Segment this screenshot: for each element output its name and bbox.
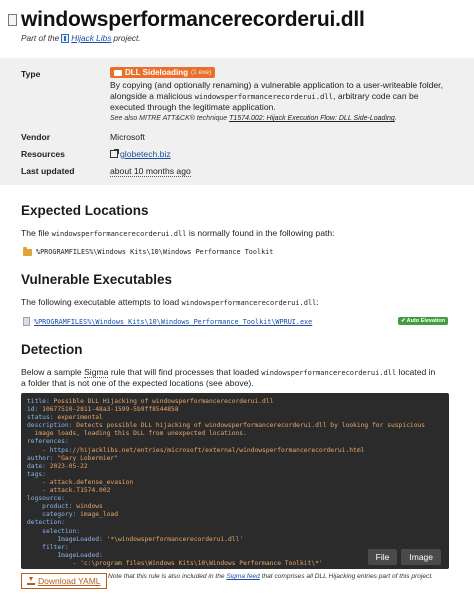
sigma-feed-note: Note that this rule is also included in … [108, 573, 453, 581]
code-line: ImageLoaded: '*\windowsperformancerecord… [57, 535, 244, 543]
type-description: By copying (and optionally renaming) a v… [110, 80, 455, 113]
info-panel: Type DLL Sideloading (1 exe) By copying … [0, 58, 474, 185]
code-line: references: [27, 438, 69, 446]
dll-sideloading-badge[interactable]: DLL Sideloading (1 exe) [110, 67, 216, 78]
vulnerable-text: The following executable attempts to loa… [21, 297, 319, 307]
code-line: status: experimental [27, 414, 103, 422]
code-line: tags: [27, 470, 46, 478]
see-also-prefix: See also MITRE ATT&CK® technique [110, 115, 228, 122]
download-icon [27, 577, 35, 585]
code-line: id: 10677510-2811-48a3-1599-5b9ff8544858 [27, 406, 179, 414]
expected-text: The file windowsperformancerecorderui.dl… [21, 228, 335, 238]
code-line: - https://hijacklibs.net/entries/microso… [27, 446, 365, 454]
type-value: DLL Sideloading (1 exe) By copying (and … [110, 67, 455, 122]
badge-count: (1 exe) [190, 69, 212, 76]
code-lines: title: Possible DLL Hijacking of windows… [27, 398, 443, 568]
detection-text: Below a sample Sigma rule that will find… [21, 367, 441, 388]
project-link[interactable]: Hijack Libs [71, 33, 111, 43]
part-of-prefix: Part of the [21, 33, 60, 43]
code-line: title: Possible DLL Hijacking of windows… [27, 398, 274, 405]
code-line: category: image_load [42, 511, 118, 519]
code-line: date: 2023-05-22 [27, 462, 88, 470]
code-buttons: File Image [367, 549, 441, 565]
detection-file: windowsperformancerecorderui.dll [261, 369, 397, 377]
code-line: author: "Gary Lobermier" [27, 454, 118, 462]
code-line: - attack.defense_evasion [27, 478, 134, 486]
detection-text-2: rule that will find processes that loade… [110, 367, 259, 377]
code-line: - attack.T1574.002 [27, 487, 111, 495]
sigma-term[interactable]: Sigma [84, 367, 109, 378]
file-button[interactable]: File [367, 549, 398, 565]
check-icon: ✔ [401, 318, 406, 324]
folder-icon [114, 69, 122, 76]
resources-link-text: globetech.biz [120, 149, 171, 159]
expected-path-text: %PROGRAMFILES%\Windows Kits\10\Windows P… [36, 248, 274, 256]
detection-text-1: Below a sample [21, 367, 82, 377]
sigma-feed-link[interactable]: Sigma feed [226, 573, 259, 580]
badge-label: DLL Sideloading [125, 68, 188, 77]
download-yaml-button[interactable]: Download YAML [21, 573, 107, 589]
folder-icon [23, 246, 32, 256]
note-text-2: that comprises all DLL Hijacking entries… [261, 573, 434, 580]
title-row: windowsperformancerecorderui.dll [7, 8, 474, 32]
project-subtitle: Part of the Hijack Libs project. [21, 33, 474, 43]
auto-elevation-label: Auto Elevation [406, 318, 446, 324]
vulnerable-text-1: The following executable attempts to loa… [21, 297, 180, 307]
detection-heading: Detection [21, 342, 83, 357]
code-line: image loads, loading this DLL from unexp… [27, 430, 247, 438]
exe-path-link[interactable]: %PROGRAMFILES%\Windows Kits\10\Windows P… [34, 318, 312, 326]
updated-value: about 10 months ago [110, 166, 191, 177]
part-of-suffix: project. [113, 33, 141, 43]
expected-locations-heading: Expected Locations [21, 203, 149, 218]
resources-link[interactable]: globetech.biz [110, 149, 171, 159]
vulnerable-executables-heading: Vulnerable Executables [21, 272, 173, 287]
hijacklibs-logo-icon [61, 33, 70, 43]
page-title: windowsperformancerecorderui.dll [21, 8, 365, 31]
code-line: logsource: [27, 495, 65, 503]
download-label: Download YAML [38, 576, 101, 586]
auto-elevation-badge[interactable]: ✔ Auto Elevation [398, 317, 449, 325]
see-also-suffix: . [394, 115, 397, 122]
vendor-label: Vendor [21, 132, 51, 142]
file-icon [7, 14, 18, 26]
expected-path: %PROGRAMFILES%\Windows Kits\10\Windows P… [23, 246, 274, 256]
vendor-value: Microsoft [110, 132, 145, 142]
page-header: windowsperformancerecorderui.dll Part of… [0, 0, 474, 43]
resources-value: globetech.biz [110, 149, 171, 160]
vulnerable-text-end: : [316, 297, 319, 307]
code-line: detection: [27, 519, 65, 527]
image-button[interactable]: Image [401, 549, 441, 565]
executable-icon [23, 317, 30, 326]
expected-text-2: is normally found in the following path: [188, 228, 335, 238]
expected-text-1: The file [21, 228, 50, 238]
external-link-icon [110, 149, 119, 158]
type-label: Type [21, 69, 41, 79]
code-line: selection: [42, 527, 81, 535]
code-line: product: windows [42, 503, 103, 511]
resources-label: Resources [21, 149, 65, 159]
expected-file: windowsperformancerecorderui.dll [51, 230, 187, 238]
vulnerable-file: windowsperformancerecorderui.dll [181, 299, 317, 307]
note-text-1: Note that this rule is also included in … [108, 573, 225, 580]
vulnerable-exe: %PROGRAMFILES%\Windows Kits\10\Windows P… [23, 317, 312, 326]
desc-dll-name: windowsperformancerecorderui.dll [194, 92, 334, 101]
updated-label: Last updated [21, 166, 75, 176]
sigma-rule-code[interactable]: title: Possible DLL Hijacking of windows… [21, 393, 449, 569]
code-line: description: Detects possible DLL hijack… [27, 422, 426, 430]
mitre-technique-link[interactable]: T1574.002: Hijack Execution Flow: DLL Si… [229, 115, 395, 122]
see-also: See also MITRE ATT&CK® technique T1574.0… [110, 115, 455, 122]
